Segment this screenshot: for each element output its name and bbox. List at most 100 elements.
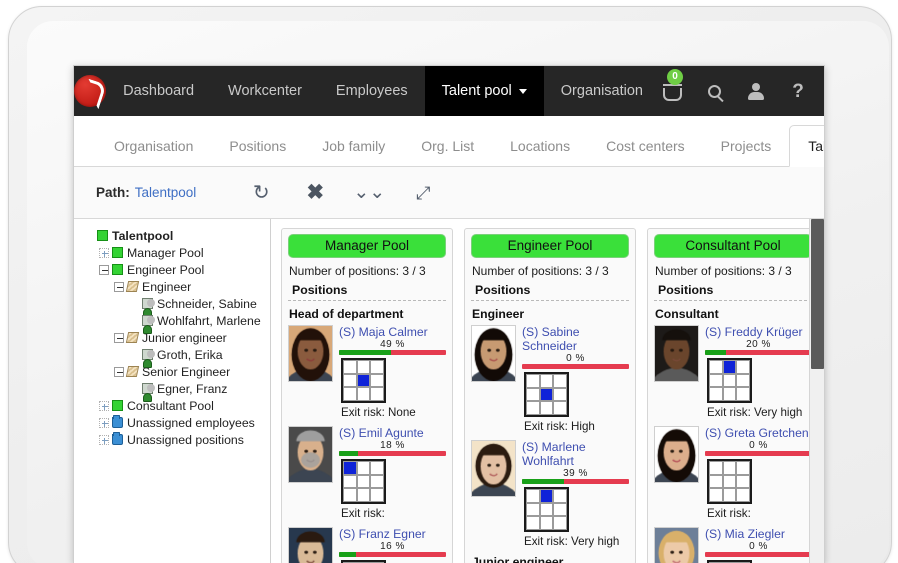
employee-card-body: (S) Sabine Schneider 0 % Exit risk: High <box>522 325 629 433</box>
nine-box-cell <box>722 387 737 401</box>
nine-box-cell <box>722 474 737 489</box>
tree-node-label: Senior Engineer <box>142 364 231 379</box>
employee-card-body: (S) Emil Agunte 18 % Exit risk: <box>339 426 446 520</box>
nav-item-talent-pool[interactable]: Talent pool <box>424 66 544 116</box>
nine-box-cell <box>709 387 723 401</box>
pool-title[interactable]: Manager Pool <box>288 234 446 258</box>
employee-name-link[interactable]: (S) Mia Ziegler <box>705 527 812 541</box>
close-button[interactable]: ✖ <box>288 167 342 219</box>
fullscreen-button[interactable]: ⤢ <box>396 167 450 219</box>
tree-node[interactable]: Engineer <box>84 278 270 295</box>
employee-card[interactable]: (S) Emil Agunte 18 % Exit risk: <box>288 426 446 520</box>
nav-item-workcenter[interactable]: Workcenter <box>211 66 319 116</box>
tree-node[interactable]: Senior Engineer <box>84 363 270 380</box>
pool-position-count: Number of positions: 3 / 3 <box>472 264 609 278</box>
path-label: Path: <box>96 185 130 200</box>
employee-card-body: (S) Maja Calmer 49 % Exit risk: None <box>339 325 446 419</box>
path-value-link[interactable]: Talentpool <box>135 185 197 200</box>
nine-box-grid[interactable] <box>341 358 386 403</box>
employee-name-link[interactable]: (S) Franz Egner <box>339 527 446 541</box>
org-tree-panel[interactable]: Talentpool Manager Pool Engineer Pool Engin… <box>74 219 271 563</box>
user-account-button[interactable] <box>744 77 768 105</box>
tab-talent-pool[interactable]: Talent pool <box>789 125 824 167</box>
tree-node[interactable]: Junior engineer <box>84 329 270 346</box>
tree-node[interactable]: Unassigned positions <box>84 431 270 448</box>
avatar <box>471 440 516 497</box>
help-button[interactable]: ? <box>786 77 810 105</box>
pool-title[interactable]: Engineer Pool <box>471 234 629 258</box>
employee-card[interactable]: (S) Mia Ziegler 0 % <box>654 527 812 563</box>
vertical-scrollbar[interactable] <box>809 219 824 563</box>
tree-node[interactable]: Manager Pool <box>84 244 270 261</box>
user-icon <box>748 83 764 100</box>
tree-expand-toggle-icon[interactable] <box>114 366 124 377</box>
employee-card[interactable]: (S) Franz Egner16 %Exit risk: <box>288 527 446 563</box>
nine-box-cell <box>553 401 567 415</box>
tree-node[interactable]: Engineer Pool <box>84 261 270 278</box>
tree-node-label: Engineer <box>142 279 192 294</box>
basket-count-badge: 0 <box>667 69 683 85</box>
nine-box-grid[interactable] <box>524 487 569 532</box>
tab-locations[interactable]: Locations <box>492 127 588 166</box>
nine-box-cell <box>539 387 554 402</box>
nine-box-cell <box>553 374 567 388</box>
scrollbar-thumb[interactable] <box>811 219 824 369</box>
tab-organisation[interactable]: Organisation <box>96 127 211 166</box>
tree-expand-toggle-icon[interactable] <box>99 400 109 411</box>
tree-expand-toggle-icon[interactable] <box>99 417 109 428</box>
tree-node[interactable]: Groth, Erika <box>84 346 270 368</box>
tree-expand-toggle-icon[interactable] <box>99 434 109 445</box>
tree-expand-toggle-icon[interactable] <box>99 264 109 275</box>
employee-card[interactable]: (S) Greta Gretchen 0 % Exit risk: <box>654 426 812 520</box>
tab-org-list[interactable]: Org. List <box>403 127 492 166</box>
nav-item-dashboard[interactable]: Dashboard <box>106 66 211 116</box>
tree-node[interactable]: Egner, Franz <box>84 380 270 402</box>
exit-risk-label: Exit risk: <box>341 507 385 520</box>
logo-container[interactable] <box>74 66 107 116</box>
top-navigation-bar: Dashboard Workcenter Employees Talent pool O… <box>74 66 824 116</box>
nine-box-cell <box>526 516 540 530</box>
tree-expand-toggle-icon[interactable] <box>114 281 124 292</box>
primary-nav-items: Dashboard Workcenter Employees Talent pool O… <box>106 66 660 116</box>
employee-card[interactable]: (S) Freddy Krüger 20 % Exit risk: Very hig… <box>654 325 812 419</box>
employee-card[interactable]: (S) Sabine Schneider 0 % Exit risk: High <box>471 325 629 433</box>
search-button[interactable] <box>702 77 726 105</box>
employee-name-link[interactable]: (S) Marlene Wohlfahrt <box>522 440 629 468</box>
employee-name-link[interactable]: (S) Emil Agunte <box>339 426 446 440</box>
nine-box-grid[interactable] <box>524 372 569 417</box>
nine-box-cell <box>709 474 723 489</box>
pool-title[interactable]: Consultant Pool <box>654 234 812 258</box>
tab-positions[interactable]: Positions <box>211 127 304 166</box>
employee-name-link[interactable]: (S) Freddy Krüger <box>705 325 812 339</box>
tree-expand-toggle-icon[interactable] <box>114 332 124 343</box>
tab-cost-centers[interactable]: Cost centers <box>588 127 703 166</box>
nine-box-cell <box>539 502 554 517</box>
nine-box-grid[interactable] <box>341 459 386 504</box>
nine-box-cell <box>709 488 723 502</box>
tree-expand-toggle-icon[interactable] <box>99 247 109 258</box>
tab-projects[interactable]: Projects <box>703 127 790 166</box>
tree-node[interactable]: Wohlfahrt, Marlene <box>84 312 270 334</box>
chevron-double-down-icon: ⌄⌄ <box>353 182 386 203</box>
collapse-all-button[interactable]: ⌄⌄ <box>342 167 396 219</box>
employee-card[interactable]: (S) Marlene Wohlfahrt 39 % Exit risk: Very… <box>471 440 629 548</box>
tab-job-family[interactable]: Job family <box>304 127 403 166</box>
employee-name-link[interactable]: (S) Sabine Schneider <box>522 325 629 353</box>
refresh-button[interactable]: ↻ <box>234 167 288 219</box>
nine-box-cell <box>722 488 737 502</box>
avatar <box>288 325 333 382</box>
nine-box-grid[interactable] <box>707 459 752 504</box>
nav-item-organisation[interactable]: Organisation <box>544 66 660 116</box>
employee-card[interactable]: (S) Maja Calmer 49 % Exit risk: None <box>288 325 446 419</box>
employee-name-link[interactable]: (S) Greta Gretchen <box>705 426 812 440</box>
basket-button[interactable]: 0 <box>660 69 684 105</box>
nine-box-grid[interactable] <box>707 358 752 403</box>
tree-node[interactable]: Talentpool <box>84 227 270 244</box>
tree-node[interactable]: Unassigned employees <box>84 414 270 431</box>
nav-item-employees[interactable]: Employees <box>319 66 425 116</box>
employee-name-link[interactable]: (S) Maja Calmer <box>339 325 446 339</box>
tree-node[interactable]: Consultant Pool <box>84 397 270 414</box>
avatar <box>288 426 333 483</box>
company-logo-icon <box>74 75 107 107</box>
tree-node[interactable]: Schneider, Sabine <box>84 295 270 317</box>
